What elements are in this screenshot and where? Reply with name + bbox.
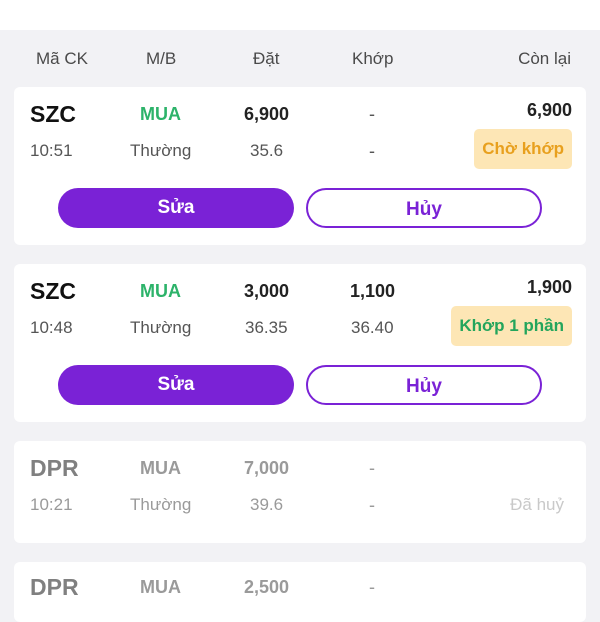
- order-quantity: 6,900: [244, 104, 290, 124]
- column-headers: Mã CK M/B Đặt Khớp Còn lại: [0, 30, 600, 86]
- order-price: 35.6: [250, 141, 284, 160]
- header-side: M/B: [146, 49, 177, 68]
- edit-order-button[interactable]: Sửa: [58, 188, 294, 228]
- status-badge: Khớp 1 phần: [451, 306, 572, 346]
- shield-icon[interactable]: [478, 0, 538, 10]
- order-quantity: 3,000: [244, 281, 290, 301]
- header-remaining: Còn lại: [518, 49, 571, 68]
- order-type: Thường: [130, 141, 192, 160]
- order-side: MUA: [140, 281, 181, 301]
- order-card[interactable]: DPR MUA 2,500 -: [14, 562, 586, 622]
- matched-price: -: [369, 141, 375, 161]
- matched-quantity: -: [369, 104, 375, 124]
- order-price: 36.35: [245, 318, 288, 337]
- status-label: Đã huỷ: [510, 495, 564, 514]
- order-type: Thường: [130, 318, 192, 337]
- order-side: MUA: [140, 577, 181, 597]
- order-side: MUA: [140, 458, 181, 478]
- order-type: Thường: [130, 495, 192, 514]
- order-symbol: DPR: [30, 574, 79, 600]
- order-price: 39.6: [250, 495, 284, 514]
- order-symbol: DPR: [30, 455, 79, 481]
- order-card[interactable]: SZC MUA 3,000 1,100 1,900 10:48 Thường 3…: [14, 264, 586, 422]
- edit-order-button[interactable]: Sửa: [58, 365, 294, 405]
- remaining-quantity: 1,900: [526, 277, 572, 297]
- order-time: 10:21: [30, 495, 73, 514]
- matched-price: 36.40: [351, 318, 394, 337]
- header-symbol: Mã CK: [36, 49, 88, 68]
- status-badge: Chờ khớp: [474, 129, 572, 169]
- order-card[interactable]: SZC MUA 6,900 - 6,900 10:51 Thường 35.6 …: [14, 87, 586, 245]
- header-matched: Khớp: [352, 49, 394, 68]
- order-time: 10:48: [30, 318, 73, 337]
- cancel-order-button[interactable]: Hủy: [306, 365, 542, 405]
- order-quantity: 7,000: [244, 458, 290, 478]
- remaining-quantity: 6,900: [526, 100, 572, 120]
- order-quantity: 2,500: [244, 577, 290, 597]
- order-symbol: SZC: [30, 278, 76, 304]
- order-side: MUA: [140, 104, 181, 124]
- matched-quantity: -: [369, 458, 375, 478]
- top-bar: [0, 0, 600, 30]
- matched-quantity: -: [369, 577, 375, 597]
- matched-quantity: 1,100: [350, 281, 396, 301]
- matched-price: -: [369, 495, 375, 515]
- cancel-order-button[interactable]: Hủy: [306, 188, 542, 228]
- order-time: 10:51: [30, 141, 73, 160]
- header-order: Đặt: [253, 49, 280, 68]
- order-card[interactable]: DPR MUA 7,000 - 10:21 Thường 39.6 - Đã h…: [14, 441, 586, 543]
- order-symbol: SZC: [30, 101, 76, 127]
